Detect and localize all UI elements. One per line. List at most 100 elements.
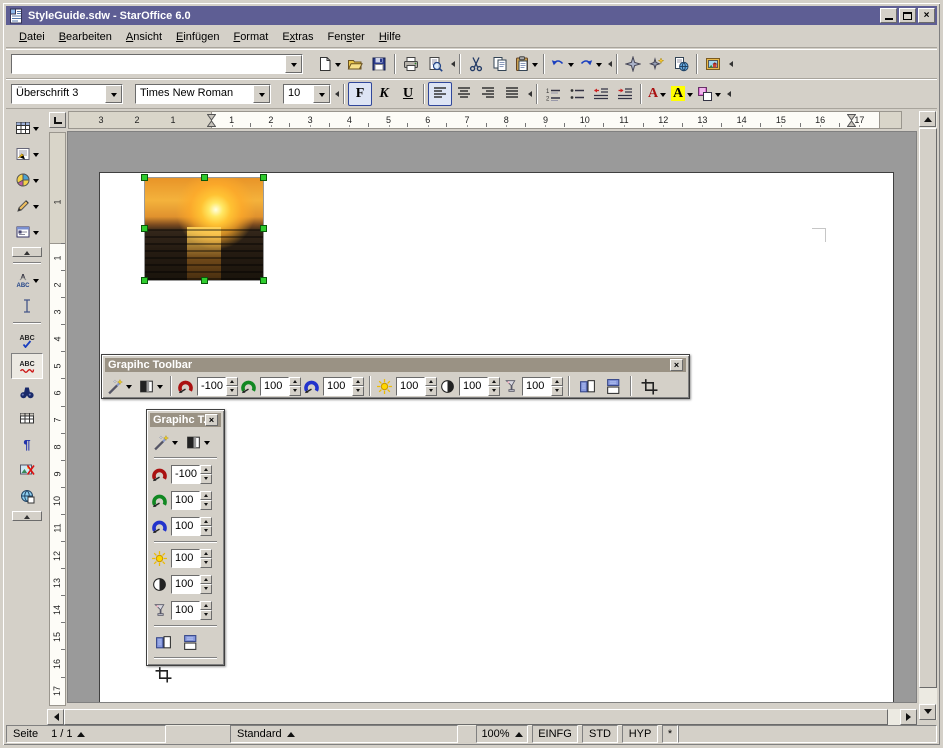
resize-handle-ne[interactable]	[260, 174, 267, 181]
resize-handle-s[interactable]	[201, 277, 208, 284]
blue-value[interactable]: 100	[323, 377, 352, 396]
font-name-value[interactable]: Times New Roman	[136, 85, 253, 103]
spin-up-button[interactable]	[200, 575, 212, 585]
page-preview-button[interactable]	[423, 52, 447, 76]
spin-up-button[interactable]	[200, 465, 212, 475]
menu-item-einfuegen[interactable]: Einfügen	[170, 28, 225, 46]
graphics-onoff-button[interactable]	[11, 457, 43, 483]
align-center-button[interactable]	[452, 82, 476, 106]
flip-horizontal-button[interactable]	[151, 630, 175, 654]
green-spinbox[interactable]: 100	[171, 491, 212, 510]
resize-handle-w[interactable]	[141, 225, 148, 232]
font-name-dropdown-button[interactable]	[253, 85, 270, 103]
resize-handle-sw[interactable]	[141, 277, 148, 284]
right-indent-marker[interactable]	[847, 114, 856, 127]
toolbar-scroll-up-button[interactable]	[12, 247, 42, 257]
bullet-list-button[interactable]	[565, 82, 589, 106]
title-bar[interactable]: StyleGuide.sdw - StarOffice 6.0 ×	[6, 6, 937, 25]
blue-spinbox[interactable]: 100	[171, 517, 212, 536]
decrease-indent-button[interactable]	[589, 82, 613, 106]
spin-up-button[interactable]	[551, 377, 563, 387]
spin-down-button[interactable]	[488, 386, 500, 396]
resize-handle-n[interactable]	[201, 174, 208, 181]
status-insert-mode[interactable]: EINFG	[532, 725, 578, 743]
hyperlink-dialog-button[interactable]	[669, 52, 693, 76]
new-document-button[interactable]	[315, 52, 343, 76]
navigator-button[interactable]	[621, 52, 645, 76]
redo-button[interactable]	[576, 52, 604, 76]
menu-item-fenster[interactable]: Fenster	[322, 28, 371, 46]
stylist-button[interactable]	[645, 52, 669, 76]
paste-button[interactable]	[512, 52, 540, 76]
font-size-combobox[interactable]: 10	[283, 84, 331, 104]
green-value[interactable]: 100	[171, 491, 200, 510]
graphics-mode-button[interactable]	[183, 430, 212, 454]
bold-button[interactable]: F	[348, 82, 372, 106]
toolbar-collapse-arrow[interactable]	[331, 84, 340, 104]
status-page-style[interactable]: Standard	[230, 725, 458, 743]
flip-horizontal-button[interactable]	[575, 374, 599, 398]
crop-button[interactable]	[151, 662, 175, 686]
spin-up-button[interactable]	[488, 377, 500, 387]
status-zoom[interactable]: 100%	[476, 725, 528, 743]
font-color-button[interactable]: A	[645, 82, 669, 106]
menu-item-datei[interactable]: Datei	[13, 28, 51, 46]
spin-up-button[interactable]	[200, 549, 212, 559]
green-spinbox[interactable]: 100	[260, 377, 301, 396]
autotext-button[interactable]: AABC	[11, 267, 43, 293]
spin-down-button[interactable]	[551, 386, 563, 396]
find-replace-button[interactable]	[11, 379, 43, 405]
crop-button[interactable]	[637, 374, 661, 398]
close-button[interactable]: ×	[918, 8, 935, 23]
selected-image-frame[interactable]	[141, 174, 267, 284]
paragraph-style-combobox[interactable]: Überschrift 3	[11, 84, 123, 104]
url-dropdown-button[interactable]	[285, 55, 302, 73]
contrast-spinbox[interactable]: 100	[459, 377, 500, 396]
red-spinbox[interactable]: -100	[197, 377, 238, 396]
resize-handle-e[interactable]	[260, 225, 267, 232]
sunset-image[interactable]	[145, 178, 263, 280]
vertical-scrollbar-thumb[interactable]	[919, 128, 937, 688]
maximize-button[interactable]	[899, 8, 916, 23]
underline-button[interactable]: U	[396, 82, 420, 106]
spellcheck-button[interactable]: ABC	[11, 327, 43, 353]
gamma-spinbox[interactable]: 100	[171, 601, 212, 620]
scroll-up-button[interactable]	[919, 111, 936, 127]
toolbar-collapse-arrow[interactable]	[723, 84, 732, 104]
red-value[interactable]: -100	[171, 465, 200, 484]
graphic-toolbar-small-floating[interactable]: Grapihc T.. × -100100100100100100	[146, 409, 225, 666]
print-button[interactable]	[399, 52, 423, 76]
contrast-value[interactable]: 100	[171, 575, 200, 594]
scroll-down-button[interactable]	[919, 704, 936, 720]
brightness-value[interactable]: 100	[171, 549, 200, 568]
gamma-value[interactable]: 100	[522, 377, 551, 396]
increase-indent-button[interactable]	[613, 82, 637, 106]
green-value[interactable]: 100	[260, 377, 289, 396]
spin-up-button[interactable]	[200, 601, 212, 611]
contrast-spinbox[interactable]: 100	[171, 575, 212, 594]
spin-down-button[interactable]	[200, 526, 212, 536]
spin-down-button[interactable]	[200, 584, 212, 594]
contrast-value[interactable]: 100	[459, 377, 488, 396]
font-size-dropdown-button[interactable]	[313, 85, 330, 103]
graphics-mode-button[interactable]	[136, 374, 165, 398]
vertical-scrollbar[interactable]	[919, 111, 937, 720]
gamma-spinbox[interactable]: 100	[522, 377, 563, 396]
spin-down-button[interactable]	[425, 386, 437, 396]
blue-spinbox[interactable]: 100	[323, 377, 364, 396]
spin-up-button[interactable]	[200, 491, 212, 501]
auto-spellcheck-button[interactable]: ABC	[11, 353, 43, 379]
paragraph-style-value[interactable]: Überschrift 3	[12, 85, 105, 103]
draw-functions-button[interactable]	[11, 193, 43, 219]
copy-button[interactable]	[488, 52, 512, 76]
spin-up-button[interactable]	[289, 377, 301, 387]
toolbar-collapse-arrow[interactable]	[604, 54, 613, 74]
left-indent-marker[interactable]	[207, 114, 216, 127]
url-input[interactable]	[12, 55, 285, 73]
spin-down-button[interactable]	[200, 474, 212, 484]
undo-button[interactable]	[548, 52, 576, 76]
resize-handle-se[interactable]	[260, 277, 267, 284]
spin-down-button[interactable]	[226, 386, 238, 396]
red-value[interactable]: -100	[197, 377, 226, 396]
menu-item-extras[interactable]: Extras	[276, 28, 319, 46]
